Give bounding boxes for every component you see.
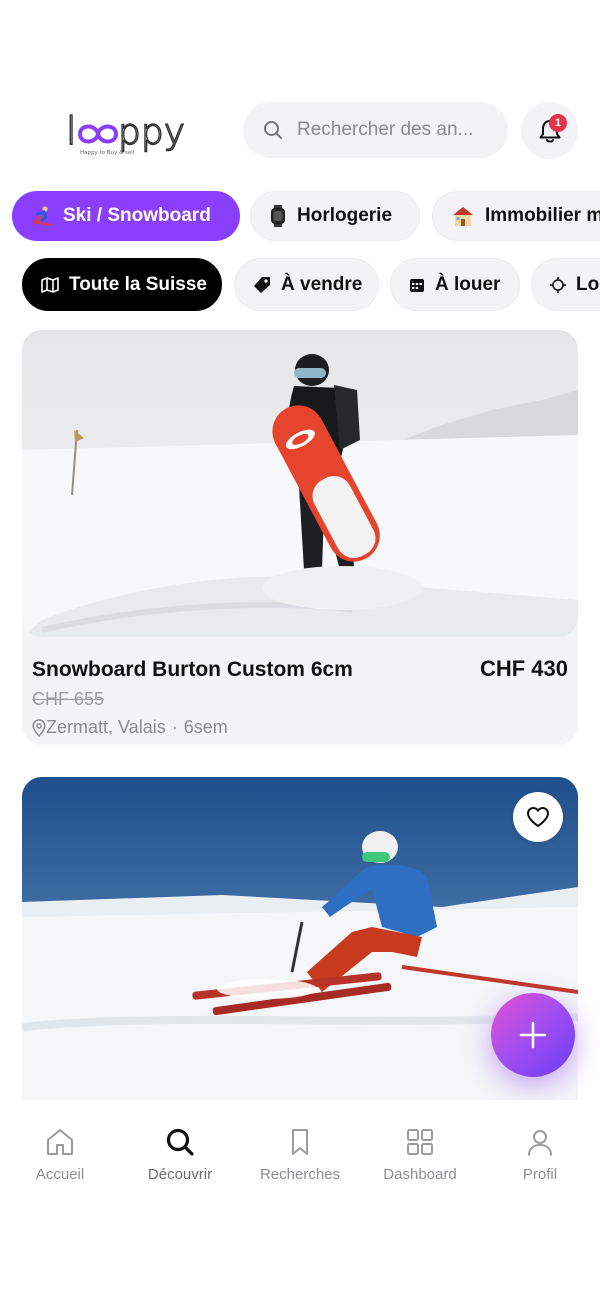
nav-label: Découvrir [147, 1166, 213, 1183]
listing-card[interactable]: Snowboard Burton Custom 6cm CHF 430 CHF … [22, 330, 578, 745]
chip-label: Ski / Snowboard [63, 205, 211, 226]
filter-chips: Toute la Suisse À vendre À louer Lo [0, 258, 600, 312]
chip-label: À vendre [281, 273, 363, 295]
listing-location: Zermatt, Valais [46, 717, 166, 737]
nav-recherches[interactable]: Recherches [240, 1126, 360, 1186]
plus-icon [519, 1021, 547, 1049]
listing-age: 6sem [183, 717, 228, 737]
listing-photo [22, 330, 578, 637]
house-icon [451, 205, 475, 227]
app-header: l ppy Happy to Buy & sell Rechercher des… [0, 102, 600, 160]
filter-toute-la-suisse[interactable]: Toute la Suisse [22, 258, 222, 311]
chip-label: Immobilier m [485, 205, 600, 226]
location-pin-icon [32, 718, 46, 737]
home-icon [47, 1129, 73, 1155]
nav-label: Dashboard [383, 1166, 457, 1183]
user-icon [528, 1130, 552, 1156]
calendar-icon [409, 277, 425, 293]
notification-badge: 1 [549, 114, 567, 132]
nav-accueil[interactable]: Accueil [0, 1126, 120, 1186]
tag-icon [253, 276, 271, 294]
heart-icon [527, 807, 549, 827]
notifications-button[interactable]: 1 [521, 102, 578, 159]
favorite-button[interactable] [513, 792, 563, 842]
grid-icon [407, 1129, 433, 1155]
search-placeholder: Rechercher des an... [297, 119, 474, 140]
search-input[interactable]: Rechercher des an... [243, 102, 508, 158]
filter-a-louer[interactable]: À louer [390, 258, 520, 311]
filter-localisation[interactable]: Loc [531, 258, 600, 311]
chip-label: Toute la Suisse [69, 273, 207, 295]
nav-label: Profil [522, 1166, 558, 1183]
meta-separator: · [171, 717, 178, 737]
chip-horlogerie[interactable]: Horlogerie [250, 191, 420, 241]
listing-title: Snowboard Burton Custom 6cm [32, 658, 353, 681]
app-logo: l ppy Happy to Buy & sell [65, 108, 190, 156]
chip-ski-snowboard[interactable]: Ski / Snowboard [12, 191, 240, 241]
chip-label: Loc [576, 273, 600, 295]
nav-decouvrir[interactable]: Découvrir [120, 1126, 240, 1186]
svg-text:Happy to Buy & sell: Happy to Buy & sell [80, 150, 135, 156]
map-icon [41, 276, 59, 294]
svg-text:l: l [66, 110, 77, 153]
nav-dashboard[interactable]: Dashboard [360, 1126, 480, 1186]
watch-icon [269, 205, 287, 227]
listing-old-price: CHF 655 [32, 689, 105, 709]
add-listing-button[interactable] [491, 993, 575, 1077]
bottom-navigation: Accueil Découvrir Recherches Dashboard P… [0, 1100, 600, 1298]
filter-a-vendre[interactable]: À vendre [234, 258, 379, 311]
chip-label: À louer [435, 273, 501, 295]
bookmark-icon [292, 1129, 308, 1155]
nav-label: Recherches [259, 1166, 341, 1183]
nav-profil[interactable]: Profil [480, 1126, 600, 1186]
search-icon [166, 1128, 194, 1156]
skier-icon [31, 205, 53, 227]
listing-meta: Zermatt, Valais · 6sem [32, 717, 228, 738]
category-chips: Ski / Snowboard Horlogerie Immobilier m [0, 191, 600, 243]
location-target-icon [550, 276, 566, 293]
listing-price: CHF 430 [479, 656, 568, 681]
nav-label: Accueil [35, 1166, 85, 1183]
chip-label: Horlogerie [297, 205, 393, 226]
svg-text:ppy: ppy [118, 112, 185, 153]
chip-immobilier[interactable]: Immobilier m [432, 191, 600, 241]
search-icon [264, 121, 282, 139]
